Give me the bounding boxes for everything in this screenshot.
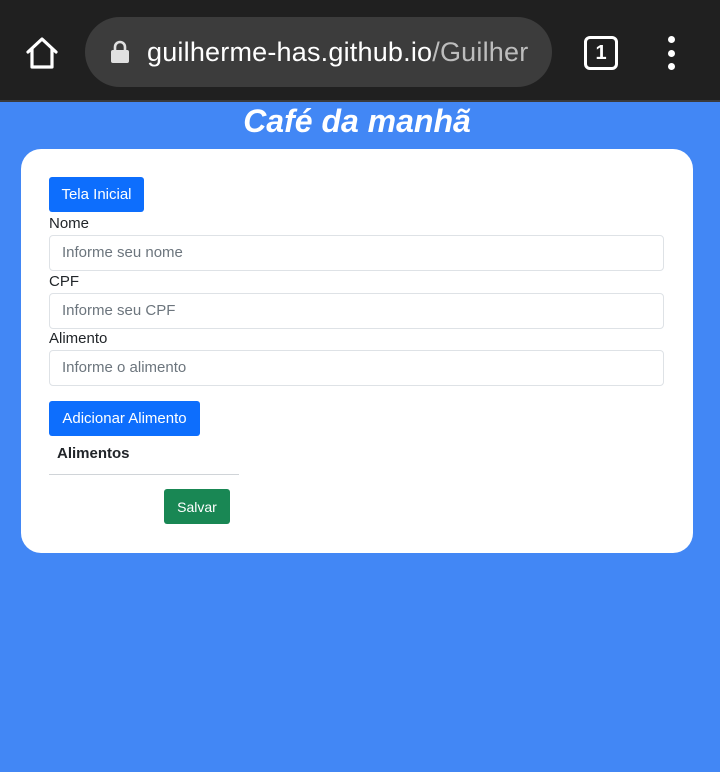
url-host: guilherme-has.github.io	[147, 36, 433, 67]
food-label: Alimento	[49, 330, 108, 347]
foods-table-header: Alimentos	[49, 445, 239, 475]
page-title: Café da manhã	[243, 103, 471, 139]
name-label: Nome	[49, 215, 90, 232]
save-button[interactable]: Salvar	[164, 489, 230, 524]
add-food-button[interactable]: Adicionar Alimento	[49, 401, 200, 436]
home-screen-button[interactable]: Tela Inicial	[49, 177, 144, 212]
lock-icon	[109, 39, 131, 65]
name-input[interactable]: Informe seu nome	[49, 235, 664, 271]
url-path: /Guilher	[432, 36, 529, 67]
cpf-input[interactable]: Informe seu CPF	[49, 293, 664, 329]
url-text: guilherme-has.github.io/Guilher	[147, 37, 528, 68]
browser-toolbar: guilherme-has.github.io/Guilher 1	[0, 0, 720, 102]
tab-switcher-button[interactable]: 1	[584, 36, 618, 70]
foods-column-header: Alimentos	[57, 445, 130, 462]
more-menu-icon[interactable]	[659, 36, 683, 70]
tab-count: 1	[595, 41, 607, 64]
form-card: Tela Inicial Nome Informe seu nome CPF I…	[21, 149, 693, 553]
address-bar[interactable]: guilherme-has.github.io/Guilher	[85, 17, 552, 87]
home-icon[interactable]	[22, 33, 62, 73]
food-input[interactable]: Informe o alimento	[49, 350, 664, 386]
cpf-label: CPF	[49, 273, 79, 290]
